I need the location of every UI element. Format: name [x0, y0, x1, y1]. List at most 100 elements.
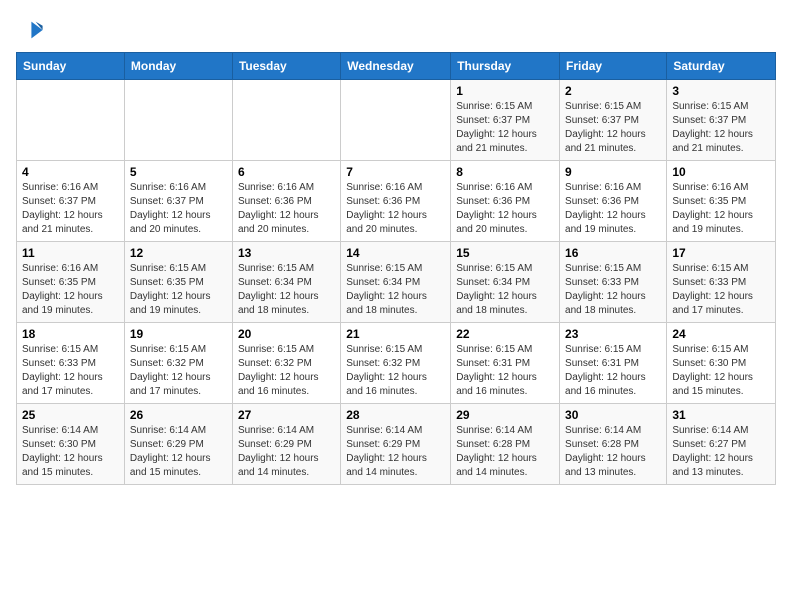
calendar-cell: 28 Sunrise: 6:14 AM Sunset: 6:29 PM Dayli… — [341, 404, 451, 485]
calendar-cell: 15 Sunrise: 6:15 AM Sunset: 6:34 PM Dayli… — [451, 242, 560, 323]
day-info: Sunrise: 6:16 AM Sunset: 6:37 PM Dayligh… — [130, 181, 227, 237]
day-number: 28 — [346, 408, 445, 422]
calendar-cell: 23 Sunrise: 6:15 AM Sunset: 6:31 PM Dayli… — [560, 323, 667, 404]
day-number: 3 — [672, 84, 770, 98]
calendar-cell: 19 Sunrise: 6:15 AM Sunset: 6:32 PM Dayli… — [124, 323, 232, 404]
logo — [16, 16, 48, 44]
day-number: 23 — [565, 327, 661, 341]
calendar-cell: 21 Sunrise: 6:15 AM Sunset: 6:32 PM Dayli… — [341, 323, 451, 404]
day-info: Sunrise: 6:14 AM Sunset: 6:30 PM Dayligh… — [22, 424, 119, 480]
calendar-cell: 10 Sunrise: 6:16 AM Sunset: 6:35 PM Dayli… — [667, 161, 776, 242]
day-info: Sunrise: 6:15 AM Sunset: 6:35 PM Dayligh… — [130, 262, 227, 318]
day-number: 22 — [456, 327, 554, 341]
calendar-cell: 14 Sunrise: 6:15 AM Sunset: 6:34 PM Dayli… — [341, 242, 451, 323]
calendar-cell: 27 Sunrise: 6:14 AM Sunset: 6:29 PM Dayli… — [232, 404, 340, 485]
calendar-cell: 8 Sunrise: 6:16 AM Sunset: 6:36 PM Daylig… — [451, 161, 560, 242]
logo-icon — [16, 16, 44, 44]
calendar-cell: 29 Sunrise: 6:14 AM Sunset: 6:28 PM Dayli… — [451, 404, 560, 485]
day-info: Sunrise: 6:15 AM Sunset: 6:37 PM Dayligh… — [456, 100, 554, 156]
day-number: 10 — [672, 165, 770, 179]
day-info: Sunrise: 6:16 AM Sunset: 6:35 PM Dayligh… — [672, 181, 770, 237]
day-info: Sunrise: 6:15 AM Sunset: 6:37 PM Dayligh… — [565, 100, 661, 156]
day-number: 19 — [130, 327, 227, 341]
day-number: 17 — [672, 246, 770, 260]
day-info: Sunrise: 6:15 AM Sunset: 6:33 PM Dayligh… — [565, 262, 661, 318]
day-info: Sunrise: 6:16 AM Sunset: 6:36 PM Dayligh… — [346, 181, 445, 237]
calendar-cell: 9 Sunrise: 6:16 AM Sunset: 6:36 PM Daylig… — [560, 161, 667, 242]
day-number: 26 — [130, 408, 227, 422]
day-number: 7 — [346, 165, 445, 179]
day-info: Sunrise: 6:16 AM Sunset: 6:36 PM Dayligh… — [238, 181, 335, 237]
day-number: 14 — [346, 246, 445, 260]
col-header-tuesday: Tuesday — [232, 53, 340, 80]
calendar-cell — [232, 80, 340, 161]
calendar-cell: 5 Sunrise: 6:16 AM Sunset: 6:37 PM Daylig… — [124, 161, 232, 242]
day-info: Sunrise: 6:14 AM Sunset: 6:28 PM Dayligh… — [565, 424, 661, 480]
day-number: 9 — [565, 165, 661, 179]
calendar-cell: 17 Sunrise: 6:15 AM Sunset: 6:33 PM Dayli… — [667, 242, 776, 323]
day-info: Sunrise: 6:15 AM Sunset: 6:33 PM Dayligh… — [672, 262, 770, 318]
day-number: 11 — [22, 246, 119, 260]
day-info: Sunrise: 6:14 AM Sunset: 6:28 PM Dayligh… — [456, 424, 554, 480]
day-number: 5 — [130, 165, 227, 179]
day-number: 31 — [672, 408, 770, 422]
day-number: 1 — [456, 84, 554, 98]
calendar-table: SundayMondayTuesdayWednesdayThursdayFrid… — [16, 52, 776, 485]
day-info: Sunrise: 6:16 AM Sunset: 6:37 PM Dayligh… — [22, 181, 119, 237]
day-info: Sunrise: 6:14 AM Sunset: 6:29 PM Dayligh… — [130, 424, 227, 480]
day-number: 21 — [346, 327, 445, 341]
day-number: 15 — [456, 246, 554, 260]
day-number: 27 — [238, 408, 335, 422]
calendar-cell: 12Sunrise: 6:15 AM Sunset: 6:35 PM Dayli… — [124, 242, 232, 323]
calendar-week-1: 1 Sunrise: 6:15 AM Sunset: 6:37 PM Daylig… — [17, 80, 776, 161]
day-info: Sunrise: 6:15 AM Sunset: 6:37 PM Dayligh… — [672, 100, 770, 156]
day-info: Sunrise: 6:14 AM Sunset: 6:29 PM Dayligh… — [238, 424, 335, 480]
calendar-cell — [341, 80, 451, 161]
calendar-header: SundayMondayTuesdayWednesdayThursdayFrid… — [17, 53, 776, 80]
calendar-cell: 3 Sunrise: 6:15 AM Sunset: 6:37 PM Daylig… — [667, 80, 776, 161]
calendar-cell: 11 Sunrise: 6:16 AM Sunset: 6:35 PM Dayli… — [17, 242, 125, 323]
calendar-cell: 20Sunrise: 6:15 AM Sunset: 6:32 PM Dayli… — [232, 323, 340, 404]
calendar-cell — [17, 80, 125, 161]
calendar-cell: 26 Sunrise: 6:14 AM Sunset: 6:29 PM Dayli… — [124, 404, 232, 485]
day-number: 13 — [238, 246, 335, 260]
day-number: 6 — [238, 165, 335, 179]
calendar-cell: 25Sunrise: 6:14 AM Sunset: 6:30 PM Dayli… — [17, 404, 125, 485]
day-info: Sunrise: 6:16 AM Sunset: 6:35 PM Dayligh… — [22, 262, 119, 318]
calendar-cell: 1 Sunrise: 6:15 AM Sunset: 6:37 PM Daylig… — [451, 80, 560, 161]
col-header-saturday: Saturday — [667, 53, 776, 80]
calendar-cell: 13Sunrise: 6:15 AM Sunset: 6:34 PM Dayli… — [232, 242, 340, 323]
day-info: Sunrise: 6:15 AM Sunset: 6:34 PM Dayligh… — [456, 262, 554, 318]
col-header-wednesday: Wednesday — [341, 53, 451, 80]
calendar-week-4: 18Sunrise: 6:15 AM Sunset: 6:33 PM Dayli… — [17, 323, 776, 404]
day-info: Sunrise: 6:16 AM Sunset: 6:36 PM Dayligh… — [456, 181, 554, 237]
calendar-cell — [124, 80, 232, 161]
day-info: Sunrise: 6:15 AM Sunset: 6:31 PM Dayligh… — [456, 343, 554, 399]
col-header-friday: Friday — [560, 53, 667, 80]
day-info: Sunrise: 6:16 AM Sunset: 6:36 PM Dayligh… — [565, 181, 661, 237]
calendar-cell: 6 Sunrise: 6:16 AM Sunset: 6:36 PM Daylig… — [232, 161, 340, 242]
col-header-thursday: Thursday — [451, 53, 560, 80]
day-number: 20 — [238, 327, 335, 341]
day-number: 29 — [456, 408, 554, 422]
day-info: Sunrise: 6:15 AM Sunset: 6:34 PM Dayligh… — [346, 262, 445, 318]
day-number: 30 — [565, 408, 661, 422]
col-header-sunday: Sunday — [17, 53, 125, 80]
calendar-week-5: 25Sunrise: 6:14 AM Sunset: 6:30 PM Dayli… — [17, 404, 776, 485]
calendar-cell: 30 Sunrise: 6:14 AM Sunset: 6:28 PM Dayli… — [560, 404, 667, 485]
day-number: 18 — [22, 327, 119, 341]
day-number: 2 — [565, 84, 661, 98]
day-info: Sunrise: 6:15 AM Sunset: 6:31 PM Dayligh… — [565, 343, 661, 399]
day-number: 16 — [565, 246, 661, 260]
calendar-cell: 22 Sunrise: 6:15 AM Sunset: 6:31 PM Dayli… — [451, 323, 560, 404]
day-number: 8 — [456, 165, 554, 179]
day-info: Sunrise: 6:15 AM Sunset: 6:32 PM Dayligh… — [130, 343, 227, 399]
day-info: Sunrise: 6:14 AM Sunset: 6:29 PM Dayligh… — [346, 424, 445, 480]
calendar-cell: 18Sunrise: 6:15 AM Sunset: 6:33 PM Dayli… — [17, 323, 125, 404]
calendar-cell: 16 Sunrise: 6:15 AM Sunset: 6:33 PM Dayli… — [560, 242, 667, 323]
day-number: 4 — [22, 165, 119, 179]
calendar-week-3: 11 Sunrise: 6:16 AM Sunset: 6:35 PM Dayli… — [17, 242, 776, 323]
calendar-cell: 4 Sunrise: 6:16 AM Sunset: 6:37 PM Daylig… — [17, 161, 125, 242]
day-info: Sunrise: 6:15 AM Sunset: 6:32 PM Dayligh… — [346, 343, 445, 399]
calendar-cell: 2 Sunrise: 6:15 AM Sunset: 6:37 PM Daylig… — [560, 80, 667, 161]
